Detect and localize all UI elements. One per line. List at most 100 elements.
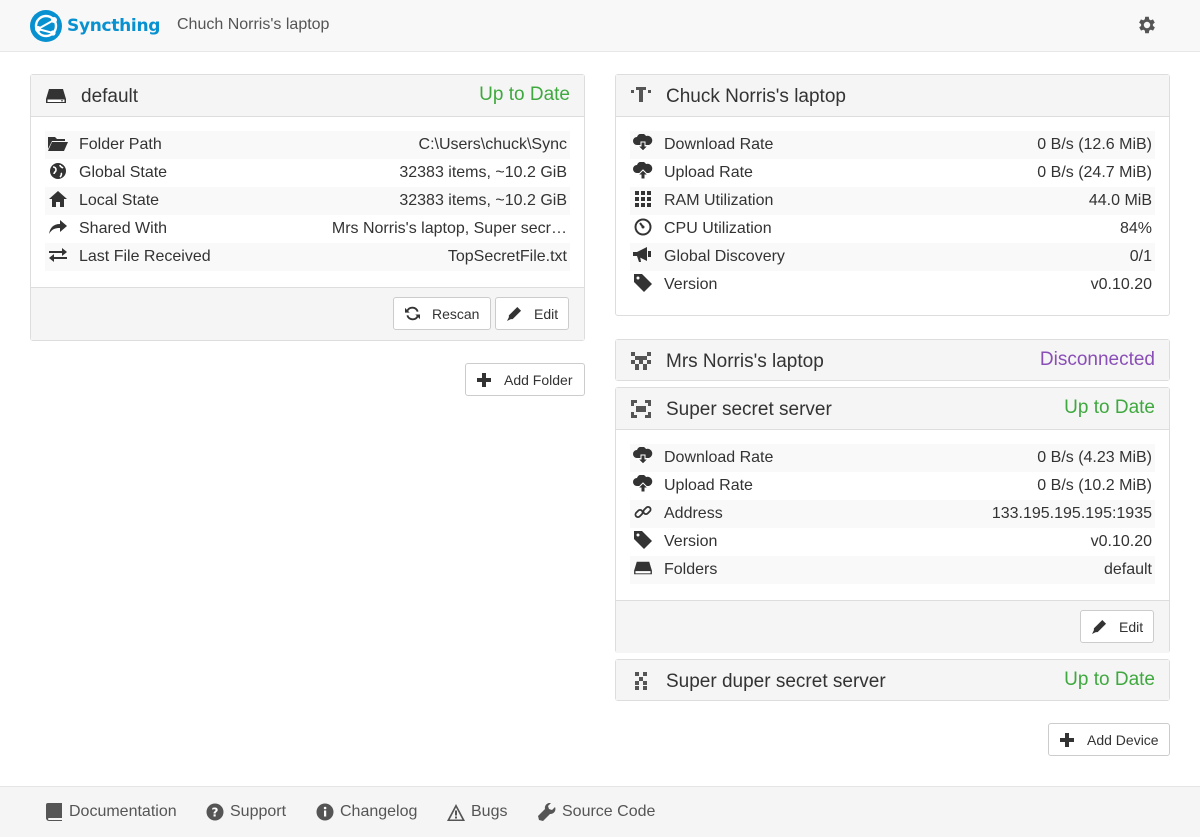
pencil-icon bbox=[506, 306, 522, 322]
support-link[interactable]: ? Support bbox=[206, 803, 286, 821]
pencil-icon bbox=[1091, 619, 1107, 635]
syncthing-logo-icon bbox=[30, 10, 62, 42]
row-value: TopSecretFile.txt bbox=[447, 248, 567, 265]
refresh-icon bbox=[404, 306, 420, 322]
folder-panel-heading[interactable]: default Up to Date bbox=[31, 75, 584, 117]
this-device-name: Chuck Norris's laptop bbox=[666, 86, 846, 107]
folder-info-table: Folder Path C:\Users\chuck\Sync Global S… bbox=[45, 131, 570, 271]
row-label: Upload Rate bbox=[664, 477, 753, 494]
identicon-icon bbox=[630, 351, 652, 371]
row-value: 44.0 MiB bbox=[1088, 192, 1152, 209]
link-icon bbox=[633, 503, 653, 521]
info-sign-icon bbox=[316, 803, 334, 821]
device-status: Disconnected bbox=[1039, 349, 1155, 370]
row-label: Folder Path bbox=[79, 136, 162, 153]
row-value: 32383 items, ~10.2 GiB bbox=[399, 192, 567, 209]
device-status: Up to Date bbox=[1064, 669, 1155, 690]
dashboard-icon bbox=[633, 218, 653, 236]
this-device-heading[interactable]: Chuck Norris's laptop bbox=[616, 75, 1169, 117]
row-label: RAM Utilization bbox=[664, 192, 774, 209]
gear-icon[interactable] bbox=[1136, 14, 1158, 36]
folder-panel-footer: Rescan Edit bbox=[31, 287, 584, 340]
rescan-button[interactable]: Rescan bbox=[393, 297, 491, 330]
source-code-link[interactable]: Source Code bbox=[538, 803, 655, 821]
row-label: Download Rate bbox=[664, 449, 774, 466]
identicon-icon bbox=[630, 399, 652, 419]
add-folder-label: Add Folder bbox=[504, 371, 573, 388]
row-value: 133.195.195.195:1935 bbox=[991, 505, 1152, 522]
row-label: Version bbox=[664, 276, 718, 293]
home-icon bbox=[48, 190, 68, 208]
navbar-device-name: Chuch Norris's laptop bbox=[177, 16, 330, 33]
row-label: Address bbox=[664, 505, 723, 522]
add-device-button[interactable]: Add Device bbox=[1048, 723, 1170, 756]
table-row: Version v0.10.20 bbox=[630, 271, 1155, 299]
table-row: Global State 32383 items, ~10.2 GiB bbox=[45, 159, 570, 187]
device-heading[interactable]: Super secret server Up to Date bbox=[616, 388, 1169, 430]
wrench-icon bbox=[538, 803, 556, 821]
row-value: 0 B/s (10.2 MiB) bbox=[1037, 477, 1152, 494]
add-folder-button[interactable]: Add Folder bbox=[465, 363, 585, 396]
svg-text:?: ? bbox=[212, 806, 219, 820]
add-device-label: Add Device bbox=[1087, 731, 1159, 748]
identicon-icon bbox=[630, 86, 652, 106]
row-label: Upload Rate bbox=[664, 164, 753, 181]
row-label: Global State bbox=[79, 164, 168, 181]
table-row: Local State 32383 items, ~10.2 GiB bbox=[45, 187, 570, 215]
edit-label: Edit bbox=[534, 305, 559, 322]
device-panel-super-duper-secret-server: Super duper secret server Up to Date bbox=[615, 659, 1170, 701]
support-label: Support bbox=[230, 803, 287, 820]
device-panel-super-secret-server: Super secret server Up to Date Download … bbox=[615, 387, 1170, 653]
changelog-link[interactable]: Changelog bbox=[316, 803, 417, 821]
rescan-label: Rescan bbox=[432, 305, 480, 322]
navbar: Syncthing Chuch Norris's laptop bbox=[0, 0, 1200, 52]
device-name: Mrs Norris's laptop bbox=[666, 351, 824, 372]
row-value: 0 B/s (24.7 MiB) bbox=[1037, 164, 1152, 181]
folder-name: default bbox=[81, 86, 139, 107]
table-row: CPU Utilization 84% bbox=[630, 215, 1155, 243]
table-row: Upload Rate 0 B/s (24.7 MiB) bbox=[630, 159, 1155, 187]
plus-icon bbox=[476, 372, 492, 388]
folder-status: Up to Date bbox=[479, 84, 570, 105]
bullhorn-icon bbox=[633, 246, 653, 264]
book-icon bbox=[45, 803, 63, 821]
table-row: Upload Rate 0 B/s (10.2 MiB) bbox=[630, 472, 1155, 500]
row-value: 0 B/s (12.6 MiB) bbox=[1037, 136, 1152, 153]
share-icon bbox=[48, 218, 68, 236]
row-label: Local State bbox=[79, 192, 160, 209]
plus-icon bbox=[1059, 732, 1075, 748]
bugs-link[interactable]: Bugs bbox=[447, 803, 507, 821]
table-row: Last File Received TopSecretFile.txt bbox=[45, 243, 570, 271]
row-label: Last File Received bbox=[79, 248, 211, 265]
documentation-link[interactable]: Documentation bbox=[45, 803, 177, 821]
brand-link[interactable]: Syncthing bbox=[29, 9, 160, 43]
identicon-icon bbox=[630, 671, 652, 691]
row-label: Download Rate bbox=[664, 136, 774, 153]
device-name: Super secret server bbox=[666, 399, 832, 420]
device-info-table: Download Rate 0 B/s (4.23 MiB) Upload Ra… bbox=[630, 444, 1155, 584]
table-row: Global Discovery 0/1 bbox=[630, 243, 1155, 271]
device-heading[interactable]: Mrs Norris's laptop Disconnected bbox=[616, 340, 1169, 380]
this-device-info-table: Download Rate 0 B/s (12.6 MiB) Upload Ra… bbox=[630, 131, 1155, 299]
cloud-upload-icon bbox=[633, 161, 653, 180]
hdd-icon bbox=[633, 559, 653, 577]
documentation-label: Documentation bbox=[69, 803, 177, 820]
table-row: Address 133.195.195.195:1935 bbox=[630, 500, 1155, 528]
device-edit-button[interactable]: Edit bbox=[1080, 610, 1154, 643]
row-label: Version bbox=[664, 533, 718, 550]
device-heading[interactable]: Super duper secret server Up to Date bbox=[616, 660, 1169, 700]
row-label: Folders bbox=[664, 561, 718, 578]
this-device-panel: Chuck Norris's laptop Download Rate 0 B/… bbox=[615, 74, 1170, 316]
folder-edit-button[interactable]: Edit bbox=[495, 297, 569, 330]
table-row: Folder Path C:\Users\chuck\Sync bbox=[45, 131, 570, 159]
device-name: Super duper secret server bbox=[666, 671, 886, 692]
device-status: Up to Date bbox=[1064, 397, 1155, 418]
brand-name: Syncthing bbox=[67, 16, 161, 36]
edit-label: Edit bbox=[1119, 618, 1144, 635]
row-value: 0 B/s (4.23 MiB) bbox=[1037, 449, 1152, 466]
row-value: C:\Users\chuck\Sync bbox=[418, 136, 567, 153]
row-label: Shared With bbox=[79, 220, 168, 237]
tag-icon bbox=[633, 530, 653, 549]
footer: Documentation ? Support Changelog Bugs S… bbox=[0, 786, 1200, 837]
row-label: Global Discovery bbox=[664, 248, 785, 265]
